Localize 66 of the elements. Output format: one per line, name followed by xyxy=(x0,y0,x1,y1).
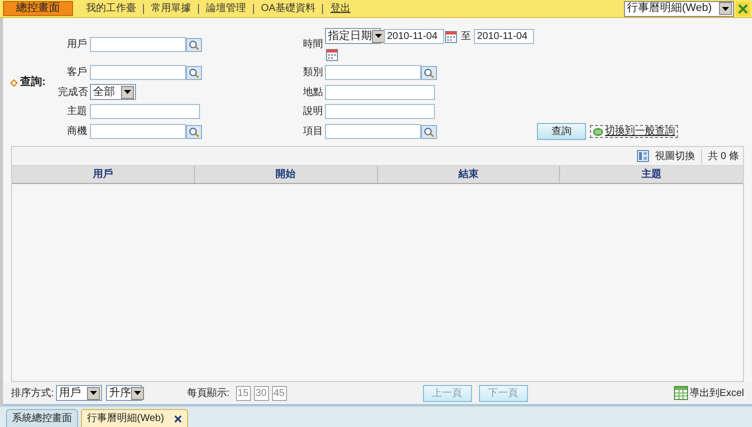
calendar-icon[interactable] xyxy=(325,47,339,61)
calendar-icon[interactable] xyxy=(444,29,458,43)
page-size-option[interactable]: 15 xyxy=(236,386,251,400)
nav-tab[interactable]: 我的工作臺 xyxy=(83,1,139,16)
search-icon[interactable] xyxy=(421,66,437,80)
lookup-field[interactable] xyxy=(325,124,421,139)
view-switch-button[interactable]: 視圖切換 xyxy=(636,148,702,164)
field-label: 項目 xyxy=(303,125,324,139)
toggle-icon[interactable] xyxy=(593,126,603,136)
record-count: 共 0 條 xyxy=(708,150,739,164)
date-field[interactable]: 2010-11-04 xyxy=(384,28,444,44)
field-label: 用戶 xyxy=(66,38,88,52)
window-tab[interactable]: 系統總控畫面 xyxy=(6,409,78,427)
caret-icon[interactable] xyxy=(719,2,732,15)
lookup-field[interactable] xyxy=(90,65,186,80)
search-icon[interactable] xyxy=(186,38,202,52)
sort-field-select[interactable]: 用戶 xyxy=(56,385,102,401)
module-select[interactable]: 行事曆明細(Web) xyxy=(624,0,734,16)
text-field[interactable] xyxy=(325,104,435,119)
caret-icon[interactable] xyxy=(86,386,100,400)
sort-label: 排序方式: xyxy=(11,386,54,400)
lookup-field[interactable] xyxy=(90,37,186,52)
switch-link[interactable]: 切換到一般查詢 xyxy=(590,125,678,138)
field-label: 地點 xyxy=(303,86,324,100)
lookup-field[interactable] xyxy=(90,124,186,139)
field-label: 說明 xyxy=(303,104,324,119)
nav-tab[interactable]: 常用單據 xyxy=(148,1,194,16)
nav-tab[interactable]: OA基礎資料 xyxy=(258,1,318,16)
date-field[interactable]: 2010-11-04 xyxy=(474,28,534,44)
range-separator: 至 xyxy=(461,30,471,44)
search-icon[interactable] xyxy=(186,66,202,80)
page-size-label: 每頁顯示: xyxy=(186,386,230,400)
layout-icon[interactable] xyxy=(636,150,649,162)
close-icon[interactable] xyxy=(174,414,182,422)
sort-order-select[interactable]: 升序 xyxy=(106,385,142,401)
text-field[interactable] xyxy=(325,84,435,100)
page-size-option[interactable]: 45 xyxy=(272,386,287,400)
column-header: 用戶 xyxy=(12,166,195,183)
field-label: 類別 xyxy=(303,66,324,80)
lookup-field[interactable] xyxy=(325,65,421,80)
field-label: 商機 xyxy=(66,124,88,139)
caret-icon[interactable] xyxy=(372,30,385,42)
nav-tab[interactable]: 論壇管理 xyxy=(203,1,249,16)
export-excel-link[interactable]: 導出到Excel xyxy=(674,386,744,400)
search-icon[interactable] xyxy=(421,124,437,138)
search-icon[interactable] xyxy=(186,124,202,138)
column-header: 結束 xyxy=(378,166,560,183)
field-label: 客戶 xyxy=(66,66,88,80)
dropdown[interactable]: 全部 xyxy=(90,84,136,100)
field-label: 完成否 xyxy=(58,86,89,100)
nav-tab[interactable]: 總控畫面 xyxy=(3,1,73,16)
spreadsheet-icon[interactable] xyxy=(674,386,688,400)
field-label: 時間 xyxy=(303,38,324,52)
date-mode-select[interactable]: 指定日期 xyxy=(325,28,381,44)
field-label: 主題 xyxy=(66,104,88,119)
diamond-icon[interactable] xyxy=(10,78,18,86)
query-label: 查詢: xyxy=(20,74,46,90)
caret-icon[interactable] xyxy=(130,386,144,400)
text-field[interactable] xyxy=(90,104,200,119)
search-button[interactable]: 查詢 xyxy=(537,123,586,140)
page-size-option[interactable]: 30 xyxy=(254,386,269,400)
logout-link[interactable]: 登出 xyxy=(327,1,354,16)
window-tab[interactable]: 行事曆明細(Web) xyxy=(81,409,188,427)
caret-icon[interactable] xyxy=(121,86,134,98)
column-header: 主題 xyxy=(640,167,663,182)
column-header: 開始 xyxy=(194,166,378,183)
